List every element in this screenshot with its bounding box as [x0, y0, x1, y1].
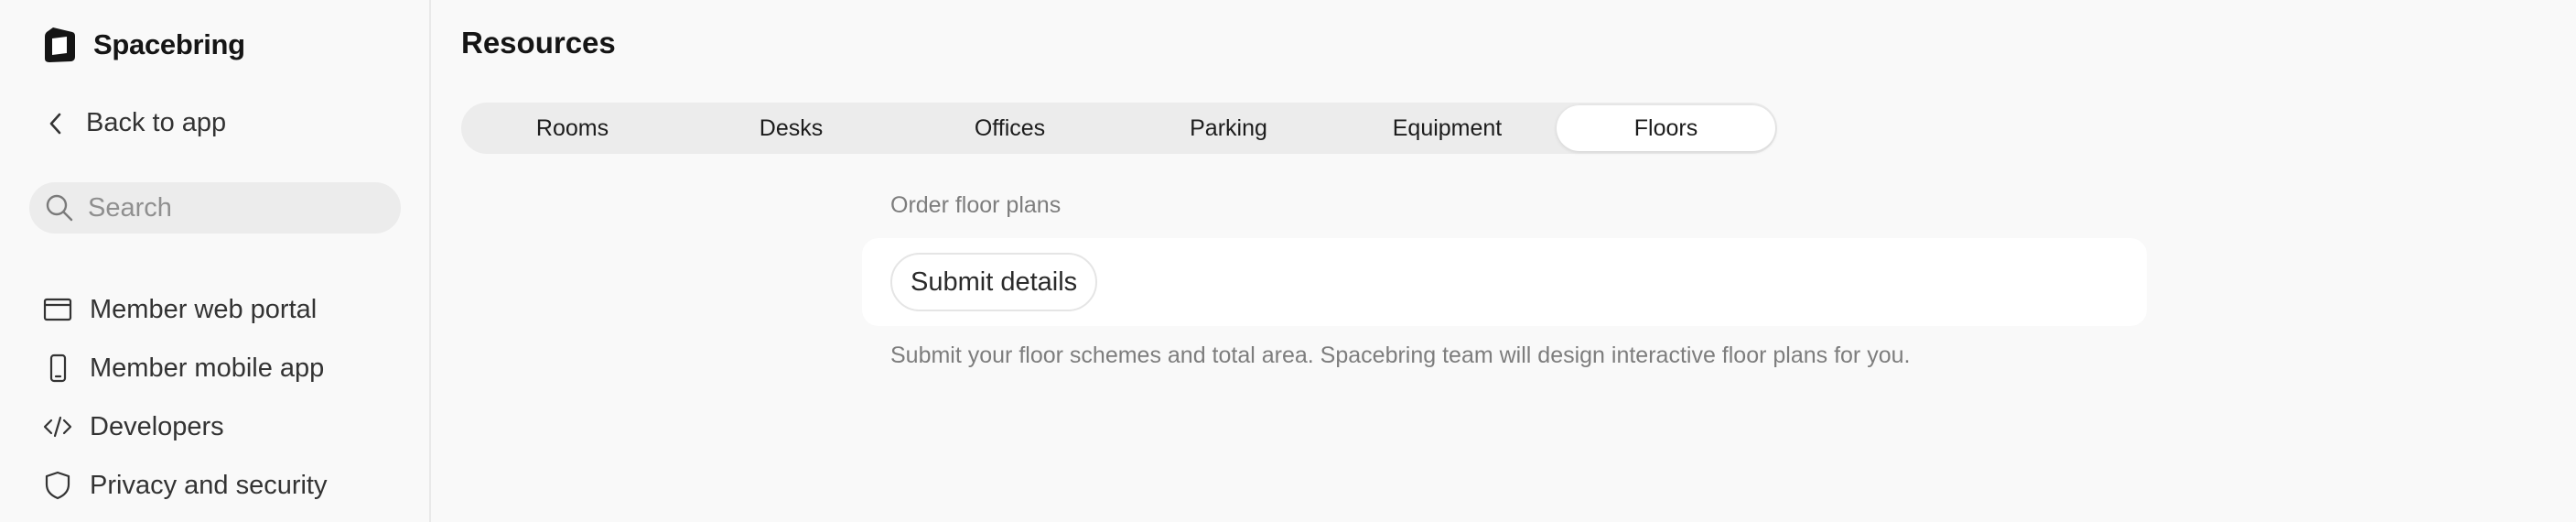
sidebar-item-developers[interactable]: Developers: [42, 397, 328, 456]
tab-parking[interactable]: Parking: [1119, 105, 1338, 151]
tab-offices[interactable]: Offices: [900, 105, 1119, 151]
page-title: Resources: [461, 26, 616, 60]
mobile-phone-icon: [42, 353, 73, 384]
tab-rooms[interactable]: Rooms: [463, 105, 682, 151]
sidebar-item-label: Member web portal: [90, 294, 318, 324]
app-root: Spacebring Back to app Search Member web…: [0, 0, 2576, 522]
tab-equipment[interactable]: Equipment: [1338, 105, 1557, 151]
tab-floors[interactable]: Floors: [1557, 105, 1775, 151]
sidebar-item-label: Privacy and security: [90, 470, 328, 500]
brand-logo[interactable]: Spacebring: [42, 26, 245, 64]
section-label: Order floor plans: [890, 192, 1062, 218]
sidebar-item-privacy-and-security[interactable]: Privacy and security: [42, 456, 328, 515]
resource-tabs: Rooms Desks Offices Parking Equipment Fl…: [461, 103, 1777, 154]
code-icon: [42, 411, 73, 442]
shield-icon: [42, 470, 73, 501]
search-input[interactable]: [86, 191, 383, 224]
browser-window-icon: [42, 294, 73, 325]
search-icon: [46, 194, 73, 222]
sidebar-nav: Member web portal Member mobile app Deve…: [42, 280, 328, 515]
tab-desks[interactable]: Desks: [682, 105, 900, 151]
search-box[interactable]: [29, 182, 401, 234]
submit-details-button[interactable]: Submit details: [890, 253, 1098, 311]
chevron-left-icon: [49, 113, 61, 134]
help-text: Submit your floor schemes and total area…: [890, 343, 1911, 368]
spacebring-logo-icon: [45, 27, 75, 62]
back-to-app-label: Back to app: [86, 108, 227, 137]
brand-name: Spacebring: [93, 28, 245, 60]
sidebar-item-member-mobile-app[interactable]: Member mobile app: [42, 339, 328, 397]
back-to-app-link[interactable]: Back to app: [46, 108, 226, 138]
order-floor-plans-card: Submit details: [862, 238, 2147, 326]
sidebar: Spacebring Back to app Search Member web…: [0, 0, 431, 522]
sidebar-item-member-web-portal[interactable]: Member web portal: [42, 280, 328, 339]
sidebar-item-label: Member mobile app: [90, 353, 325, 383]
sidebar-item-label: Developers: [90, 411, 224, 441]
